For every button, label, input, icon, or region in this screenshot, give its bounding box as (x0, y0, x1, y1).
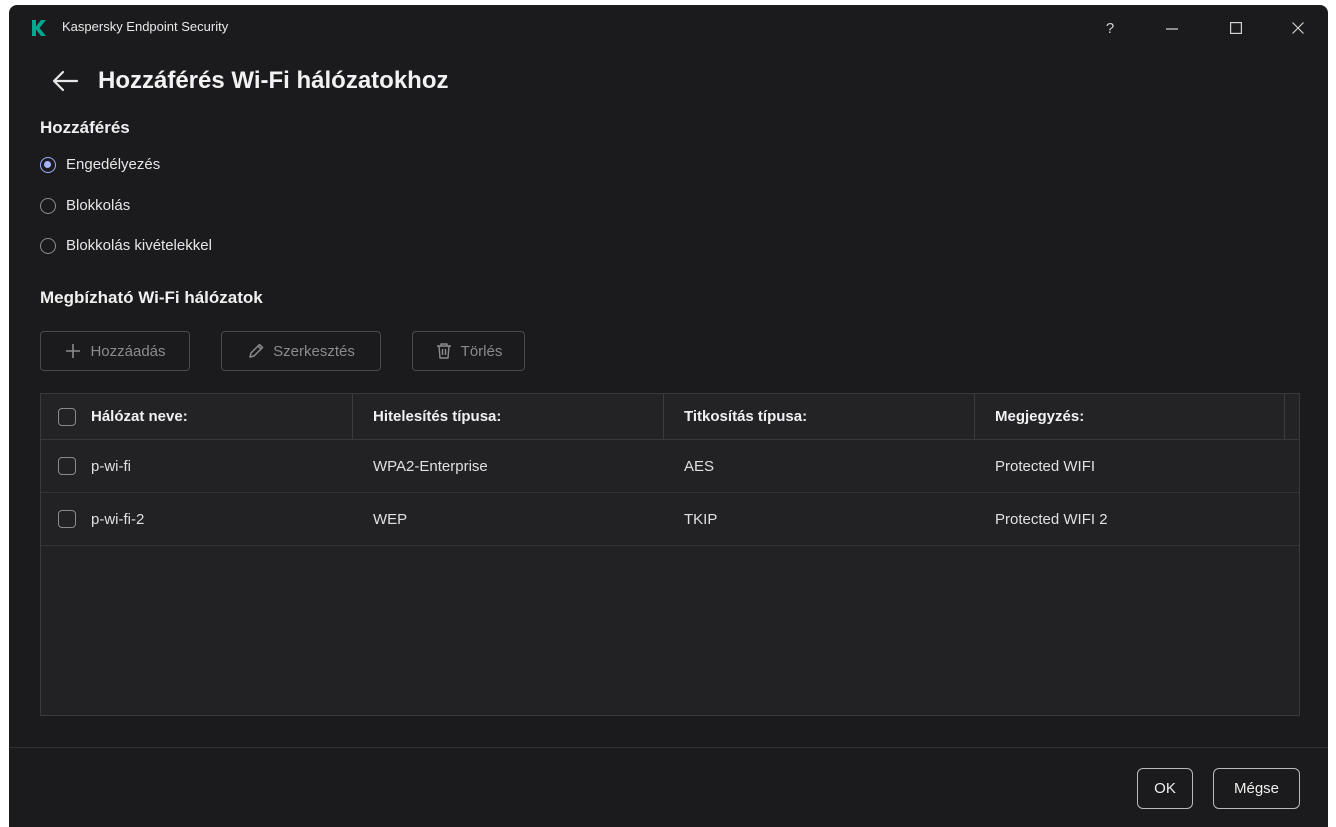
maximize-button[interactable] (1206, 5, 1266, 51)
cell-comment: Protected WIFI 2 (995, 510, 1108, 528)
table-row[interactable]: p-wi-fi WPA2-Enterprise AES Protected WI… (41, 440, 1299, 493)
help-icon: ? (1105, 19, 1115, 37)
radio-allow-label: Engedélyezés (66, 156, 161, 173)
title-bar: Kaspersky Endpoint Security ? (9, 5, 1328, 51)
radio-block-indicator[interactable] (40, 197, 56, 214)
table-row[interactable]: p-wi-fi-2 WEP TKIP Protected WIFI 2 (41, 493, 1299, 546)
trusted-networks-table: Hálózat neve: Hitelesítés típusa: Titkos… (40, 393, 1300, 716)
cell-auth-type: WEP (373, 510, 408, 528)
row-checkbox[interactable] (58, 457, 76, 475)
add-button-label: Hozzáadás (90, 342, 166, 360)
radio-block-with-exceptions-label: Blokkolás kivételekkel (66, 237, 212, 254)
column-header-comment[interactable]: Megjegyzés: (995, 394, 1084, 439)
edit-button-label: Szerkesztés (273, 342, 355, 360)
ok-button[interactable]: OK (1137, 768, 1193, 809)
radio-allow-indicator[interactable] (40, 156, 56, 173)
column-header-network-name[interactable]: Hálózat neve: (91, 394, 188, 439)
radio-block-with-exceptions[interactable]: Blokkolás kivételekkel (40, 237, 212, 254)
cancel-button-label: Mégse (1233, 780, 1280, 797)
column-divider[interactable] (663, 394, 664, 439)
footer-divider (9, 747, 1328, 748)
cell-network-name: p-wi-fi-2 (91, 510, 145, 528)
cell-auth-type: WPA2-Enterprise (373, 457, 488, 475)
column-header-encryption-type[interactable]: Titkosítás típusa: (684, 394, 807, 439)
trusted-networks-heading: Megbízható Wi-Fi hálózatok (40, 288, 263, 307)
radio-allow[interactable]: Engedélyezés (40, 156, 160, 173)
app-window: Kaspersky Endpoint Security ? Hozzáférés… (9, 5, 1328, 827)
row-checkbox-cell[interactable] (58, 493, 76, 545)
select-all-checkbox[interactable] (58, 407, 76, 426)
column-divider[interactable] (1284, 394, 1285, 439)
column-divider[interactable] (352, 394, 353, 439)
edit-button[interactable]: Szerkesztés (221, 331, 381, 371)
page-title: Hozzáférés Wi-Fi hálózatokhoz (98, 67, 449, 94)
delete-button-label: Törlés (460, 342, 503, 360)
column-divider[interactable] (974, 394, 975, 439)
plus-icon (66, 344, 81, 358)
close-button[interactable] (1268, 5, 1328, 51)
delete-button[interactable]: Törlés (412, 331, 525, 371)
radio-block-with-exceptions-indicator[interactable] (40, 237, 56, 254)
column-header-auth-type[interactable]: Hitelesítés típusa: (373, 394, 501, 439)
table-header: Hálózat neve: Hitelesítés típusa: Titkos… (41, 394, 1299, 440)
maximize-icon (1230, 22, 1242, 34)
back-arrow-icon[interactable] (51, 68, 79, 94)
radio-block-label: Blokkolás (66, 197, 131, 214)
minimize-button[interactable] (1142, 5, 1202, 51)
pencil-icon (249, 343, 264, 358)
radio-block[interactable]: Blokkolás (40, 197, 130, 214)
add-button[interactable]: Hozzáadás (40, 331, 190, 371)
cell-comment: Protected WIFI (995, 457, 1096, 475)
select-all-checkbox-cell[interactable] (58, 394, 76, 439)
cell-encryption-type: TKIP (684, 510, 718, 528)
minimize-icon (1166, 28, 1178, 30)
cell-encryption-type: AES (684, 457, 715, 475)
cell-network-name: p-wi-fi (91, 457, 131, 475)
ok-button-label: OK (1154, 780, 1176, 797)
access-heading: Hozzáférés (40, 118, 130, 137)
app-title: Kaspersky Endpoint Security (62, 19, 229, 34)
close-icon (1292, 22, 1304, 34)
row-checkbox-cell[interactable] (58, 440, 76, 492)
row-checkbox[interactable] (58, 510, 76, 528)
kaspersky-logo-icon (32, 20, 46, 36)
trash-icon (436, 343, 451, 359)
cancel-button[interactable]: Mégse (1213, 768, 1300, 809)
help-button[interactable]: ? (1080, 5, 1140, 51)
